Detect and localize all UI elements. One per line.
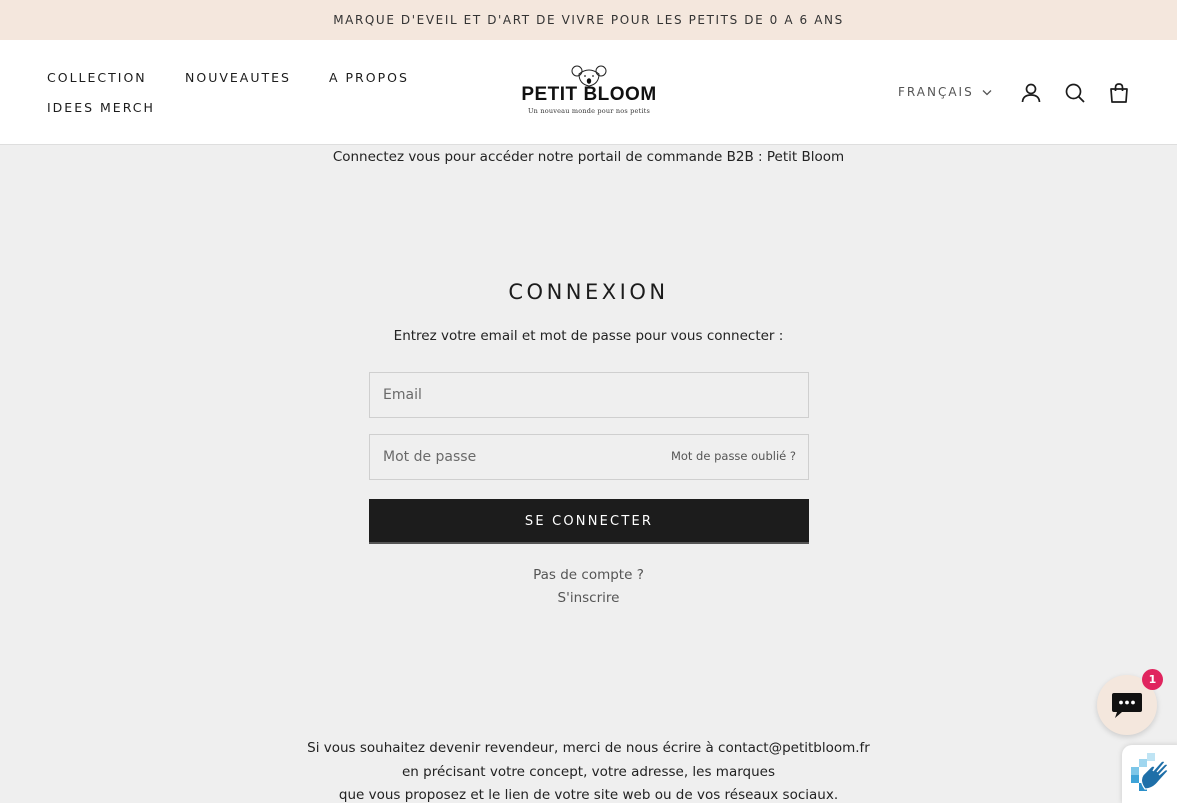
email-field-wrapper <box>369 372 809 418</box>
site-header: COLLECTION NOUVEAUTES A PROPOS IDEES MER… <box>0 40 1177 145</box>
reseller-info-line-1: Si vous souhaitez devenir revendeur, mer… <box>307 740 870 756</box>
announcement-bar: MARQUE D'EVEIL ET D'ART DE VIVRE POUR LE… <box>0 0 1177 40</box>
logo-wordmark: PETIT BLOOM <box>521 84 657 105</box>
chat-bubble-icon <box>1112 693 1142 718</box>
account-icon[interactable] <box>1019 81 1043 105</box>
language-label: FRANÇAIS <box>898 85 974 99</box>
chevron-down-icon <box>982 89 992 95</box>
nav-a-propos[interactable]: A PROPOS <box>329 70 409 85</box>
brand-logo[interactable]: PETIT BLOOM Un nouveau monde pour nos pe… <box>518 64 660 120</box>
logo-tagline: Un nouveau monde pour nos petits <box>528 107 650 115</box>
announcement-text: MARQUE D'EVEIL ET D'ART DE VIVRE POUR LE… <box>333 13 844 27</box>
search-icon[interactable] <box>1063 81 1087 105</box>
register-link[interactable]: S'inscrire <box>0 590 1177 606</box>
language-selector[interactable]: FRANÇAIS <box>898 85 992 99</box>
forgot-password-link[interactable]: Mot de passe oublié ? <box>671 449 796 463</box>
password-field-wrapper: Mot de passe oublié ? <box>369 434 809 480</box>
accessibility-hand-icon <box>1131 753 1169 791</box>
login-instructions: Entrez votre email et mot de passe pour … <box>393 328 784 344</box>
nav-nouveautes[interactable]: NOUVEAUTES <box>185 70 291 85</box>
login-button[interactable]: SE CONNECTER <box>369 499 809 544</box>
page-title: CONNEXION <box>508 280 669 304</box>
email-field[interactable] <box>370 373 673 417</box>
no-account-text: Pas de compte ? <box>533 567 644 583</box>
password-field[interactable] <box>370 435 673 479</box>
reseller-info-line-3: que vous proposez et le lien de votre si… <box>338 787 839 803</box>
nav-collection[interactable]: COLLECTION <box>47 70 147 85</box>
nav-idees-merch[interactable]: IDEES MERCH <box>47 100 155 115</box>
chat-unread-badge: 1 <box>1142 669 1163 690</box>
reseller-info-line-2: en précisant votre concept, votre adress… <box>401 764 776 780</box>
b2b-notice: Connectez vous pour accéder notre portai… <box>332 149 845 165</box>
cart-icon[interactable] <box>1107 81 1131 105</box>
accessibility-button[interactable] <box>1122 745 1177 803</box>
